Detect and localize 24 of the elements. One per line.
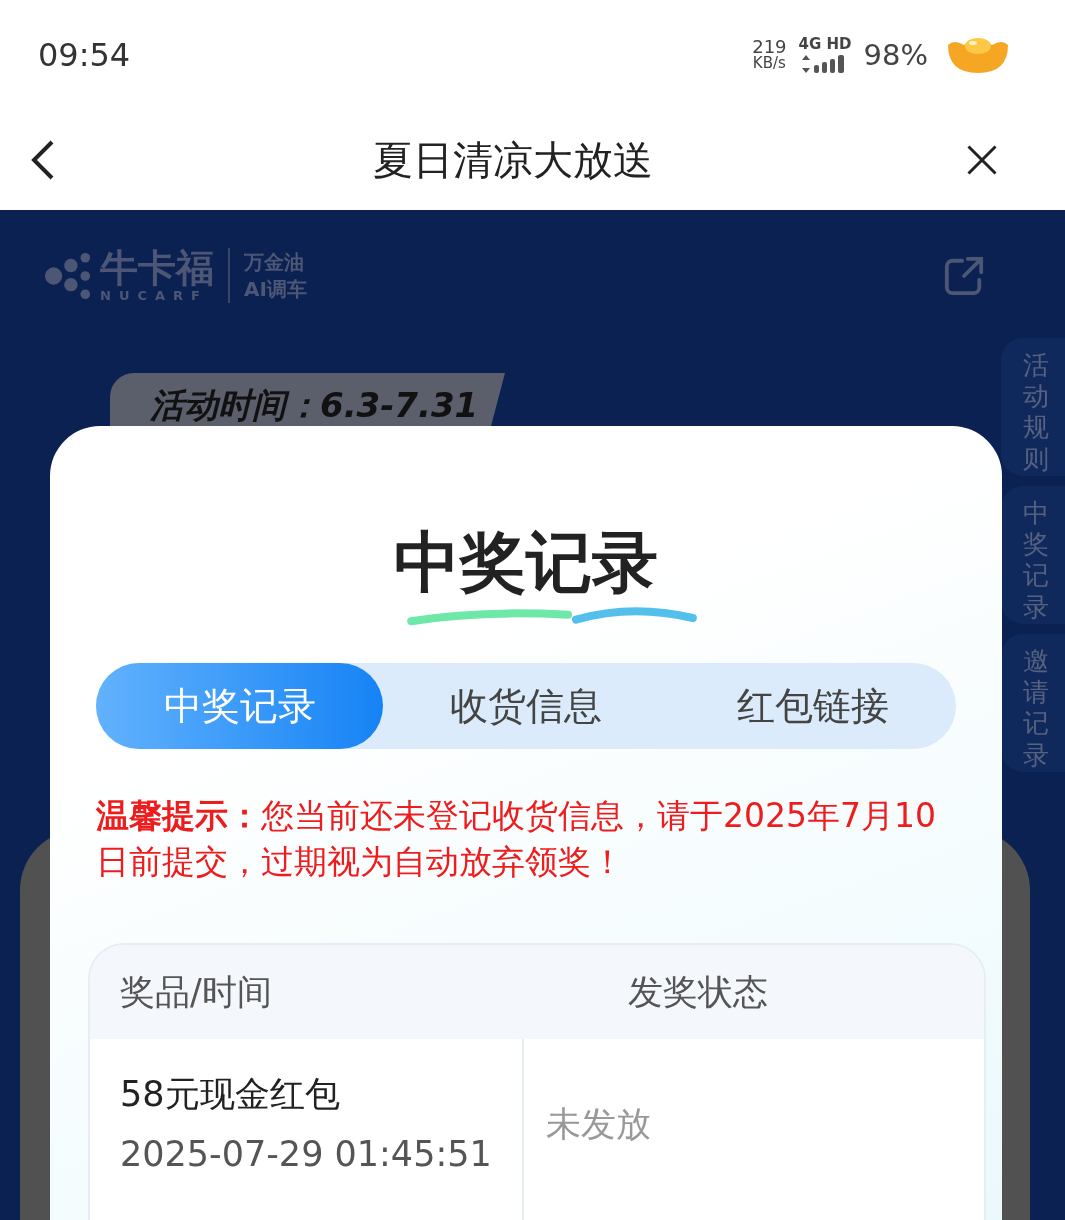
tab[interactable]: 红包链接 [669,663,956,749]
prize-name: 58元现金红包 [120,1073,341,1116]
logo-icon [44,251,92,300]
speed-unit: KB/s [752,55,786,72]
prize-time: 2025-07-29 01:45:51 [120,1134,493,1174]
partner-name: AI调车 [244,275,307,303]
partner-name: 万金油 [244,248,305,276]
modal-title: 中奖记录 [394,526,658,600]
network-speed: 219 [752,38,787,55]
brand-name: 牛卡福 [100,248,214,288]
battery-level: 98% [863,38,928,72]
tab[interactable]: 收货信息 [383,663,670,749]
award-status: 未发放 [546,1103,651,1146]
notice-text: 温馨提示：您当前还未登记收货信息，请于2025年7月10日前提交，过期视为自动放弃领奖！ [96,795,937,883]
page-title: 夏日清凉大放送 [372,135,653,185]
side-tab[interactable]: 活动规则 [1001,338,1065,476]
column-header: 发奖状态 [628,970,768,1014]
side-tab[interactable]: 邀请记录 [1001,634,1065,772]
column-header: 奖品/时间 [119,970,273,1014]
status-time: 09:54 [38,36,131,74]
side-tab[interactable]: 中奖记录 [1001,486,1065,624]
brand-subtitle: NUCARF [100,288,209,303]
tab[interactable]: 中奖记录 [96,663,383,749]
network-type: 4G HD [798,36,852,52]
